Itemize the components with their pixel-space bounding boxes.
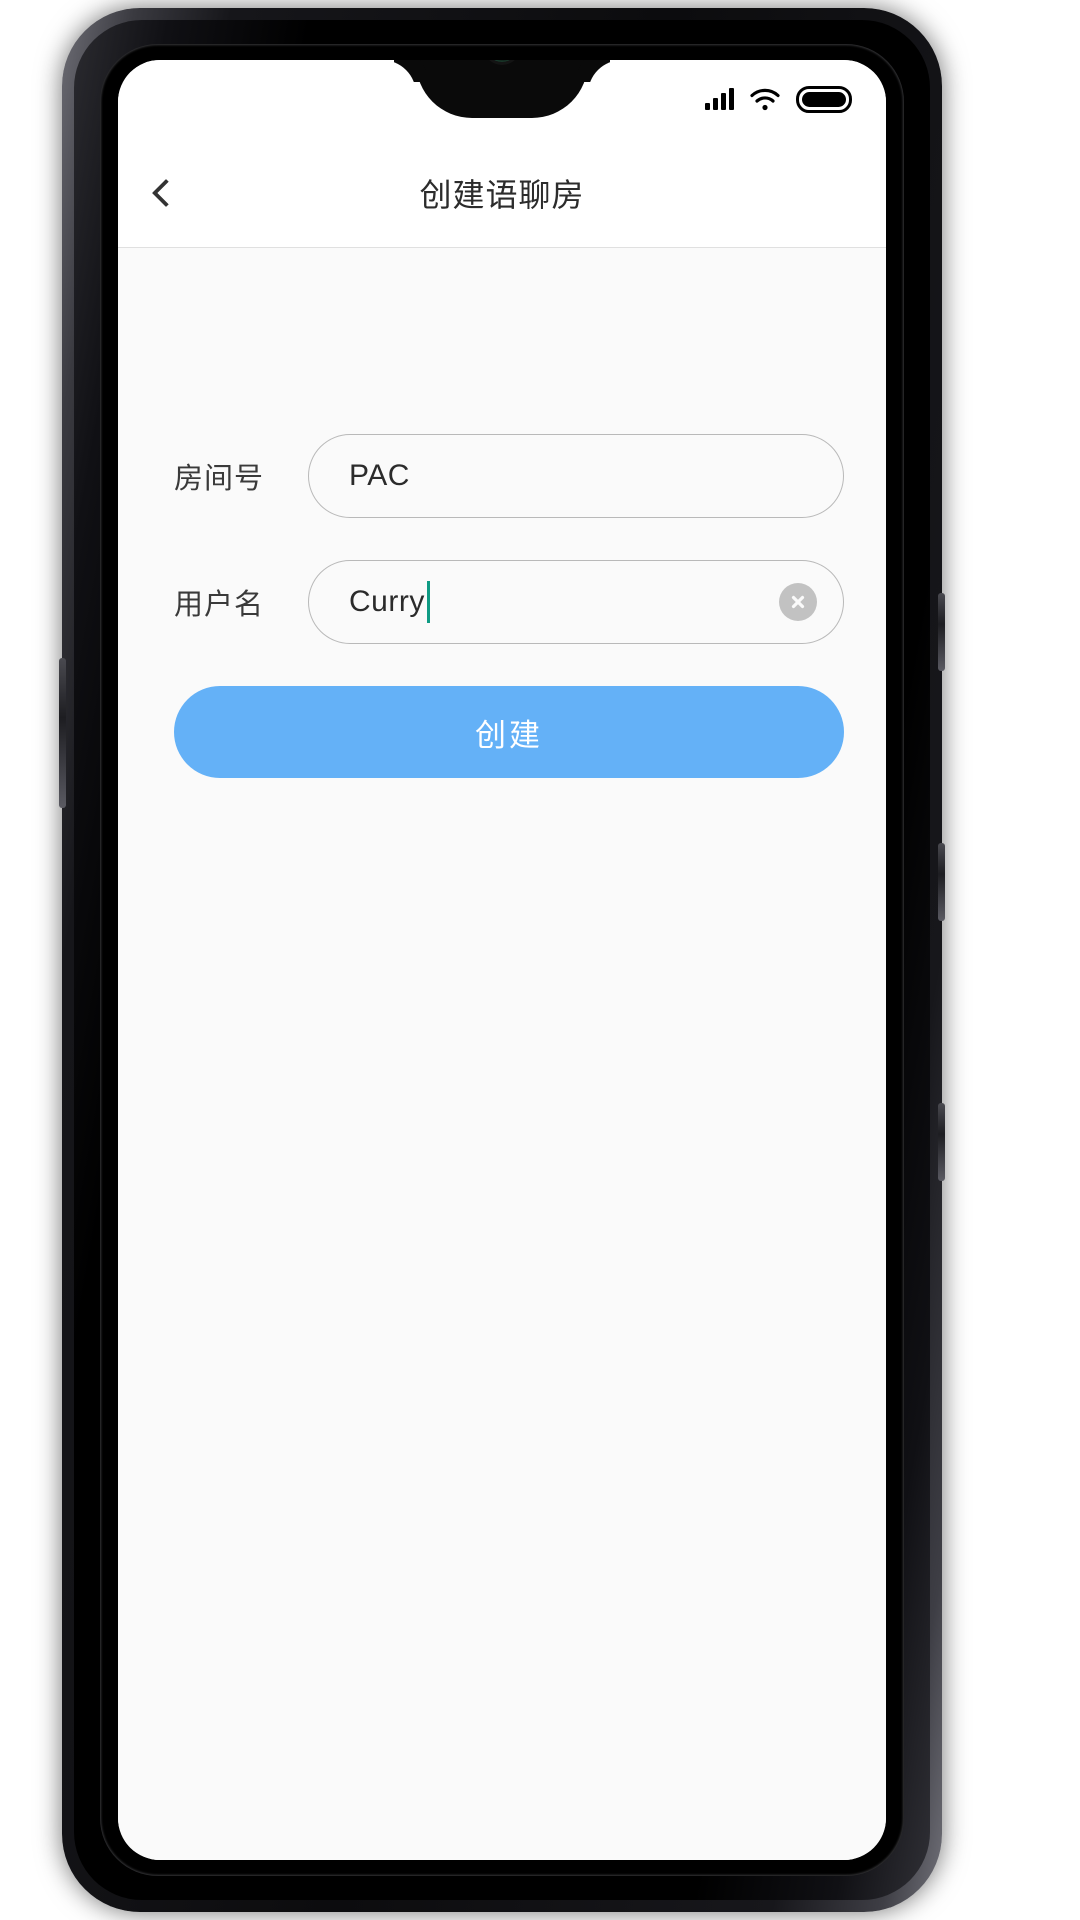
clear-circle-icon[interactable] bbox=[779, 583, 817, 621]
submit-area: 创建 bbox=[118, 686, 886, 778]
phone-device-frame: 创建语聊房 房间号 PAC 用户名 Curry 创建 bbox=[59, 8, 945, 1912]
label-username: 用户名 bbox=[174, 589, 265, 621]
status-bar bbox=[118, 60, 886, 138]
page-title: 创建语聊房 bbox=[419, 176, 585, 213]
power-button[interactable] bbox=[938, 593, 945, 671]
volume-down-button[interactable] bbox=[938, 1103, 945, 1181]
app-header: 创建语聊房 bbox=[118, 138, 886, 248]
room-number-value: PAC bbox=[349, 459, 410, 492]
create-button[interactable]: 创建 bbox=[174, 686, 844, 778]
side-assistant-button[interactable] bbox=[59, 658, 66, 808]
battery-full-icon bbox=[796, 85, 852, 113]
label-room-number: 房间号 bbox=[174, 463, 265, 495]
screenshot-root: 创建语聊房 房间号 PAC 用户名 Curry 创建 bbox=[0, 0, 1080, 1920]
username-value: Curry bbox=[349, 585, 425, 618]
wifi-icon bbox=[750, 87, 780, 111]
field-row-room-number: 房间号 PAC bbox=[118, 434, 886, 518]
form-content: 房间号 PAC 用户名 Curry 创建 bbox=[118, 249, 886, 1860]
field-row-username: 用户名 Curry bbox=[118, 560, 886, 644]
volume-up-button[interactable] bbox=[938, 843, 945, 921]
room-number-input[interactable]: PAC bbox=[308, 434, 844, 518]
signal-bars-icon bbox=[705, 88, 734, 110]
username-input[interactable]: Curry bbox=[308, 560, 844, 644]
phone-screen: 创建语聊房 房间号 PAC 用户名 Curry 创建 bbox=[118, 60, 886, 1860]
text-cursor bbox=[426, 581, 430, 623]
